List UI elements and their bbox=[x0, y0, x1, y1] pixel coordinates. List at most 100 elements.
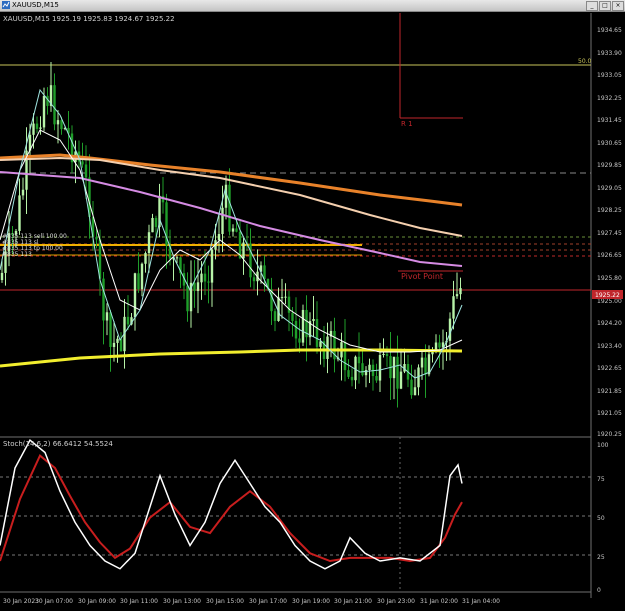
candle-body bbox=[231, 228, 235, 232]
candle-body bbox=[301, 309, 305, 343]
current-price-label: 1925.22 bbox=[595, 292, 620, 299]
minimize-button[interactable]: _ bbox=[586, 1, 598, 11]
candle-body bbox=[81, 161, 84, 165]
pivot-point-label: Pivot Point bbox=[401, 272, 443, 281]
candle-body bbox=[84, 164, 88, 178]
ma-violet-line bbox=[0, 171, 463, 267]
time-axis: 30 Jan 2023 30 Jan 07:00 30 Jan 09:00 30… bbox=[3, 598, 500, 605]
candle-body bbox=[399, 371, 403, 389]
price-tick: 1923.40 bbox=[597, 343, 622, 350]
candle-body bbox=[361, 363, 364, 376]
candle-body bbox=[452, 296, 455, 319]
candle-body bbox=[147, 232, 151, 254]
candle-body bbox=[350, 376, 354, 381]
price-tick: 1925.00 bbox=[597, 298, 622, 305]
candle-body bbox=[42, 95, 46, 128]
price-chart[interactable]: XAUUSD,M15 1925.19 1925.83 1924.67 1925.… bbox=[0, 12, 625, 611]
candle-body bbox=[21, 189, 25, 196]
candle-body bbox=[357, 356, 361, 364]
candle-body bbox=[410, 379, 413, 396]
candle-body bbox=[378, 355, 382, 381]
candle-body bbox=[368, 364, 371, 371]
price-tick: 1925.80 bbox=[597, 275, 622, 282]
candle-body bbox=[144, 253, 147, 264]
candle-body bbox=[459, 288, 462, 295]
stoch-main-line bbox=[0, 438, 463, 570]
candle-body bbox=[95, 236, 98, 240]
stoch-tick: 0 bbox=[597, 587, 601, 594]
candle-body bbox=[56, 120, 60, 125]
candle-body bbox=[116, 338, 119, 343]
stoch-axis: 100 75 50 25 0 bbox=[597, 442, 609, 594]
candle-body bbox=[221, 207, 224, 235]
time-tick: 30 Jan 17:00 bbox=[249, 598, 287, 605]
candle-body bbox=[154, 217, 158, 227]
price-tick: 1930.65 bbox=[597, 140, 622, 147]
candle-body bbox=[175, 257, 179, 259]
candle-body bbox=[32, 123, 35, 135]
time-tick: 30 Jan 23:00 bbox=[377, 598, 415, 605]
candlestick-series bbox=[0, 62, 462, 408]
candle-body bbox=[137, 273, 140, 290]
candle-body bbox=[312, 318, 315, 322]
stoch-tick: 75 bbox=[597, 476, 605, 483]
candle-body bbox=[196, 282, 200, 291]
candle-body bbox=[455, 294, 459, 297]
r1-label: R 1 bbox=[401, 120, 413, 128]
time-tick: 30 Jan 2023 bbox=[3, 598, 39, 605]
chart-window-titlebar[interactable]: XAUUSD,M15 _ □ × bbox=[0, 0, 625, 12]
stoch-tick: 50 bbox=[597, 515, 605, 522]
candle-body bbox=[315, 318, 319, 347]
candle-body bbox=[18, 195, 21, 231]
price-tick: 1922.65 bbox=[597, 365, 622, 372]
candle-body bbox=[228, 184, 231, 232]
candle-body bbox=[133, 273, 137, 318]
stoch-tick: 25 bbox=[597, 554, 605, 561]
candle-body bbox=[109, 312, 112, 347]
candle-body bbox=[438, 342, 441, 348]
candle-body bbox=[343, 342, 347, 371]
restore-button[interactable]: □ bbox=[599, 1, 611, 11]
fib-level-label: 50.0 bbox=[578, 58, 592, 65]
candle-body bbox=[284, 296, 287, 298]
candle-body bbox=[200, 273, 203, 283]
ma-white-line bbox=[0, 129, 463, 353]
price-tick: 1928.25 bbox=[597, 207, 622, 214]
price-tick: 1929.85 bbox=[597, 162, 622, 169]
candle-body bbox=[102, 278, 105, 321]
candle-body bbox=[375, 376, 378, 381]
candle-body bbox=[193, 282, 196, 291]
time-tick: 30 Jan 13:00 bbox=[163, 598, 201, 605]
window-title: XAUUSD,M15 bbox=[12, 1, 59, 9]
candle-body bbox=[39, 127, 42, 129]
candle-body bbox=[217, 234, 221, 241]
close-button[interactable]: × bbox=[612, 1, 624, 11]
price-tick: 1932.25 bbox=[597, 95, 622, 102]
stoch-signal-line bbox=[0, 454, 463, 563]
price-tick: 1933.90 bbox=[597, 50, 622, 57]
order-label-4[interactable]: #835 113 bbox=[2, 251, 32, 258]
candle-body bbox=[364, 370, 368, 376]
price-tick: 1929.05 bbox=[597, 185, 622, 192]
candle-body bbox=[112, 342, 116, 347]
candle-body bbox=[126, 316, 130, 325]
candle-body bbox=[0, 272, 4, 280]
time-tick: 30 Jan 19:00 bbox=[292, 598, 330, 605]
stoch-tick: 100 bbox=[597, 442, 609, 449]
stochastic-lines bbox=[0, 438, 463, 570]
candle-body bbox=[273, 311, 277, 322]
time-tick: 31 Jan 02:00 bbox=[420, 598, 458, 605]
time-tick: 30 Jan 15:00 bbox=[206, 598, 244, 605]
price-tick: 1927.45 bbox=[597, 230, 622, 237]
candle-body bbox=[186, 285, 189, 312]
candle-body bbox=[396, 356, 399, 389]
candle-body bbox=[210, 249, 214, 283]
symbol-header: XAUUSD,M15 1925.19 1925.83 1924.67 1925.… bbox=[3, 15, 175, 23]
price-tick: 1924.20 bbox=[597, 320, 622, 327]
candle-body bbox=[35, 123, 39, 129]
candle-body bbox=[140, 263, 144, 290]
price-tick: 1920.25 bbox=[597, 431, 622, 438]
price-tick: 1934.65 bbox=[597, 27, 622, 34]
candle-body bbox=[151, 217, 154, 233]
price-tick: 1921.05 bbox=[597, 410, 622, 417]
